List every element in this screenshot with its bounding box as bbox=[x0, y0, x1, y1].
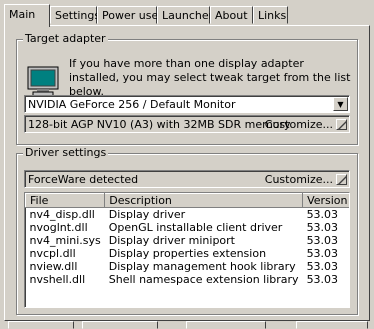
file-name: nvshell.dll bbox=[29, 273, 86, 286]
table-row[interactable]: nvshell.dll Shell namespace extension li… bbox=[26, 273, 350, 286]
driver-status-field: ForceWare detected Customize... bbox=[24, 170, 350, 188]
file-version: 53.03 bbox=[306, 260, 339, 273]
tab-about[interactable]: About bbox=[210, 6, 253, 24]
target-adapter-title: Target adapter bbox=[23, 32, 108, 45]
adapter-customize-button[interactable]: Customize... bbox=[265, 117, 347, 131]
file-description: Display driver bbox=[108, 208, 186, 221]
adapter-select[interactable]: NVIDIA GeForce 256 / Default Monitor ▼ bbox=[24, 95, 350, 113]
monitor-icon bbox=[27, 66, 59, 97]
table-row[interactable]: nvoglnt.dll OpenGL installable client dr… bbox=[26, 221, 350, 234]
bottom-button-partial[interactable] bbox=[186, 321, 266, 329]
table-header-row: File Description Version bbox=[25, 193, 349, 208]
table-row[interactable]: nview.dll Display management hook librar… bbox=[26, 260, 350, 273]
file-version: 53.03 bbox=[306, 208, 339, 221]
main-tab-panel: Target adapter If you have more than one… bbox=[4, 25, 370, 321]
tab-main[interactable]: Main bbox=[4, 4, 50, 27]
resize-grip-icon bbox=[336, 118, 347, 130]
tab-power-user[interactable]: Power user bbox=[97, 6, 163, 24]
bottom-button-partial[interactable] bbox=[8, 321, 74, 329]
table-row[interactable]: nvcpl.dll Display properties extension 5… bbox=[26, 247, 350, 260]
driver-status-text: ForceWare detected bbox=[28, 173, 139, 186]
driver-customize-label: Customize... bbox=[264, 172, 333, 186]
adapter-info-text: 128-bit AGP NV10 (A3) with 32MB SDR memo… bbox=[28, 118, 291, 131]
driver-settings-group: Driver settings ForceWare detected Custo… bbox=[16, 146, 358, 315]
file-description: Display management hook library bbox=[108, 260, 296, 273]
file-version: 53.03 bbox=[306, 273, 339, 286]
file-name: nview.dll bbox=[29, 260, 78, 273]
resize-grip-icon bbox=[336, 173, 347, 185]
tab-links[interactable]: Links bbox=[253, 6, 288, 24]
adapter-info-field: 128-bit AGP NV10 (A3) with 32MB SDR memo… bbox=[24, 115, 350, 133]
tab-launcher[interactable]: Launcher bbox=[157, 6, 213, 24]
driver-settings-title: Driver settings bbox=[23, 146, 109, 159]
file-version: 53.03 bbox=[306, 247, 339, 260]
column-header-description[interactable]: Description bbox=[104, 193, 304, 208]
file-description: Display properties extension bbox=[108, 247, 267, 260]
chevron-down-icon[interactable]: ▼ bbox=[333, 97, 348, 111]
driver-customize-button[interactable]: Customize... bbox=[265, 172, 347, 186]
column-header-version[interactable]: Version bbox=[302, 193, 349, 208]
driver-files-table: File Description Version nv4_disp.dll Di… bbox=[25, 193, 350, 286]
file-description: Display driver miniport bbox=[108, 234, 235, 247]
adapter-select-value: NVIDIA GeForce 256 / Default Monitor bbox=[28, 98, 236, 111]
file-version: 53.03 bbox=[306, 234, 339, 247]
file-version: 53.03 bbox=[306, 221, 339, 234]
target-adapter-group: Target adapter If you have more than one… bbox=[16, 32, 358, 145]
driver-files-list[interactable]: File Description Version nv4_disp.dll Di… bbox=[24, 192, 350, 308]
bottom-button-partial[interactable] bbox=[296, 321, 368, 329]
column-header-file[interactable]: File bbox=[25, 193, 106, 208]
tab-settings[interactable]: Settings bbox=[50, 6, 100, 24]
file-description: OpenGL installable client driver bbox=[108, 221, 283, 234]
table-row[interactable]: nv4_disp.dll Display driver 53.03 bbox=[26, 208, 350, 221]
table-row[interactable]: nv4_mini.sys Display driver miniport 53.… bbox=[26, 234, 350, 247]
target-adapter-description: If you have more than one display adapte… bbox=[69, 57, 351, 98]
file-name: nvcpl.dll bbox=[29, 247, 76, 260]
file-description: Shell namespace extension library bbox=[108, 273, 299, 286]
bottom-button-partial[interactable] bbox=[82, 321, 158, 329]
adapter-customize-label: Customize... bbox=[264, 117, 333, 131]
file-name: nv4_mini.sys bbox=[29, 234, 101, 247]
file-name: nvoglnt.dll bbox=[29, 221, 88, 234]
file-name: nv4_disp.dll bbox=[29, 208, 95, 221]
